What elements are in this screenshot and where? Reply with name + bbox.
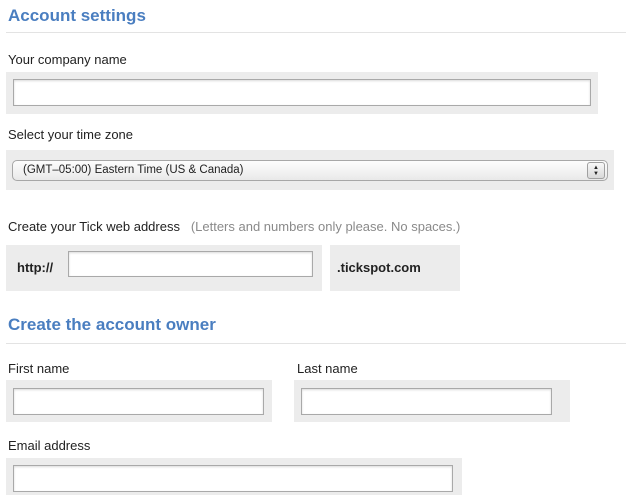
account-settings-heading: Account settings <box>8 6 146 25</box>
account-owner-heading: Create the account owner <box>8 315 216 334</box>
company-name-label: Your company name <box>8 52 127 67</box>
company-name-input[interactable] <box>13 79 591 106</box>
web-address-input[interactable] <box>68 251 313 277</box>
first-name-input[interactable] <box>13 388 264 415</box>
time-zone-select[interactable]: (GMT–05:00) Eastern Time (US & Canada) ▲… <box>12 160 608 181</box>
first-name-label: First name <box>8 361 70 376</box>
last-name-label: Last name <box>297 361 358 376</box>
web-address-hint: (Letters and numbers only please. No spa… <box>190 219 461 234</box>
email-input[interactable] <box>13 465 453 492</box>
last-name-input[interactable] <box>301 388 552 415</box>
section-divider <box>6 32 626 33</box>
select-stepper-icon: ▲ ▼ <box>587 162 605 179</box>
email-label: Email address <box>8 438 91 453</box>
web-address-prefix: http:// <box>17 260 54 275</box>
web-address-suffix: .tickspot.com <box>337 260 421 275</box>
web-address-label-row: Create your Tick web address (Letters an… <box>8 219 460 234</box>
time-zone-selected-value: (GMT–05:00) Eastern Time (US & Canada) <box>23 164 244 176</box>
section-divider <box>6 343 626 344</box>
web-address-label: Create your Tick web address <box>8 219 180 234</box>
time-zone-label: Select your time zone <box>8 127 134 142</box>
